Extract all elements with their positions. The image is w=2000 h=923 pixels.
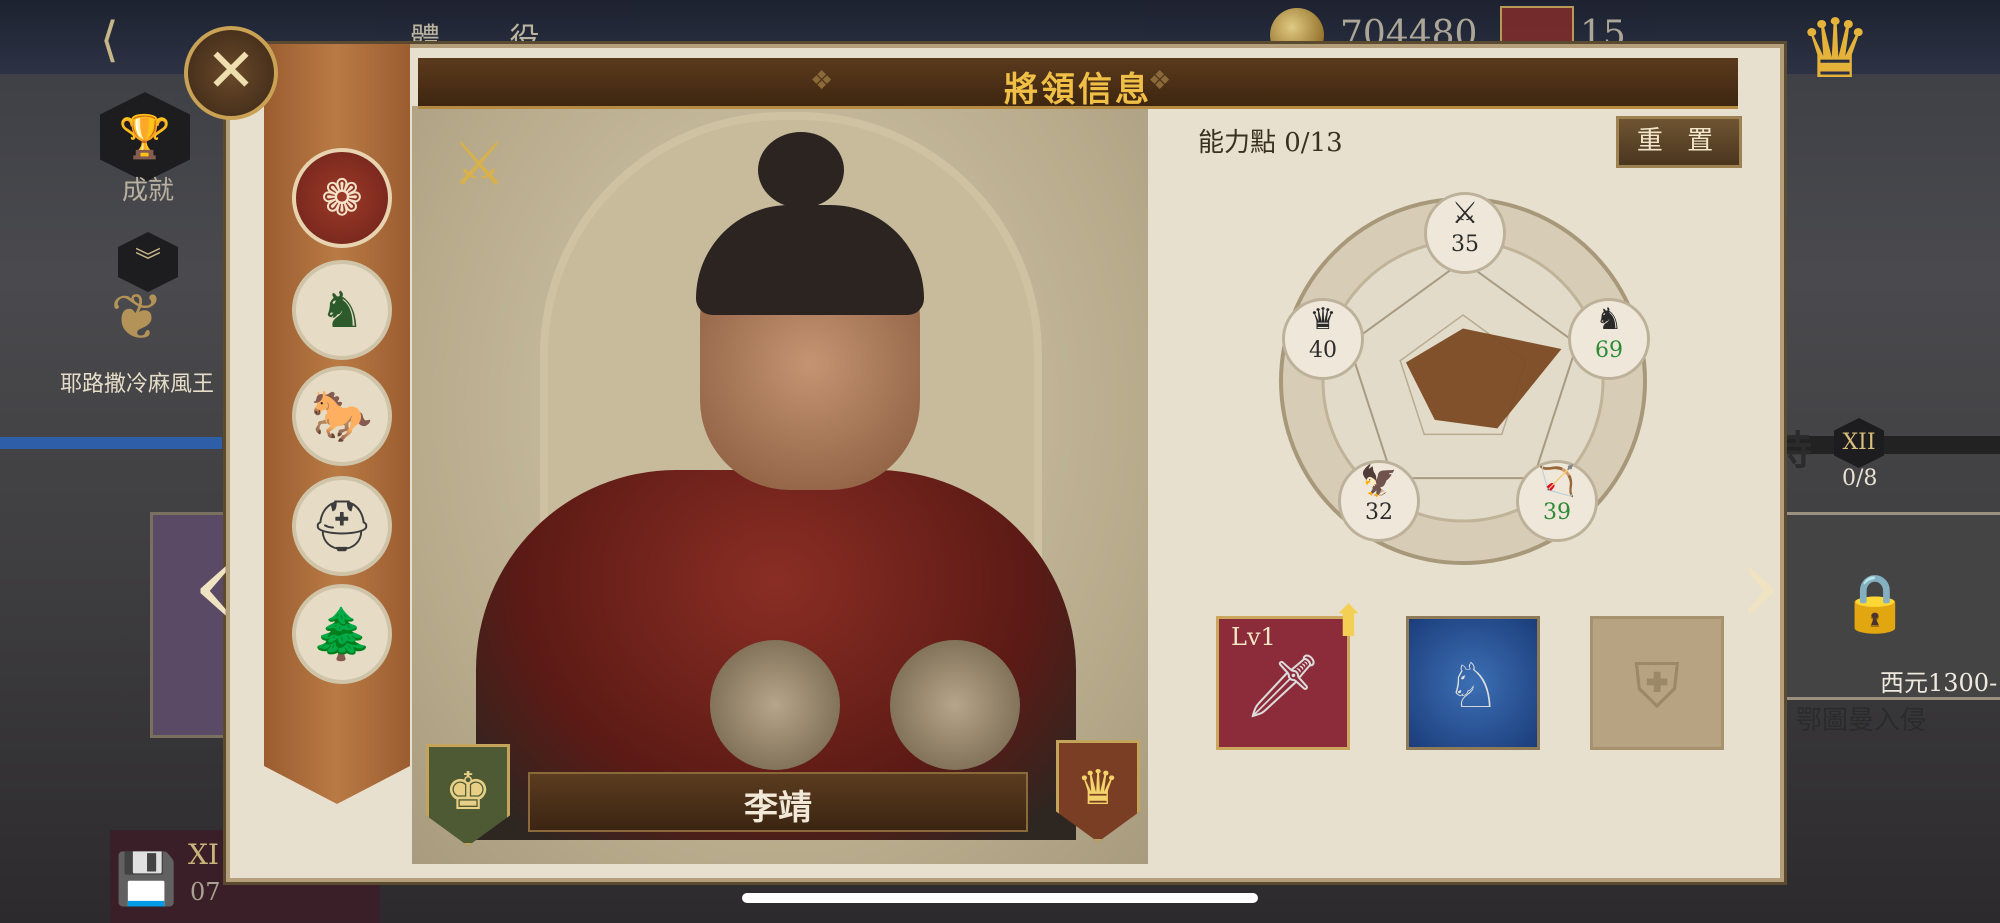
- empty-shield-slot-icon: ⛨: [1633, 649, 1681, 722]
- achievement-label: 成就: [122, 176, 175, 206]
- lock-icon: 🔒: [1840, 571, 1910, 636]
- modal-title-bar: ❖ 將領信息 ❖: [418, 58, 1738, 110]
- bottom-number: 07: [190, 878, 221, 906]
- trait-fire-emblem[interactable]: ❁: [292, 148, 392, 248]
- stat-infantry-value: 32: [1365, 500, 1393, 525]
- stat-command-value: 40: [1309, 338, 1337, 363]
- knight-horse-icon: ♞: [319, 281, 365, 339]
- royal-crown-icon[interactable]: ♛: [1780, 5, 1890, 95]
- bow-icon: 🏹: [1538, 464, 1576, 499]
- trait-knight[interactable]: ♞: [292, 260, 392, 360]
- trophy-icon[interactable]: 🏆: [100, 92, 190, 182]
- crown-icon: ♛: [1309, 302, 1337, 337]
- stat-cavalry-value: 69: [1595, 338, 1623, 363]
- upgrade-arrow-icon: ⬆: [1330, 596, 1367, 647]
- ability-points: 能力點 0/13: [1198, 128, 1343, 158]
- back-arrow-icon[interactable]: ⟨: [100, 12, 119, 68]
- stat-archery[interactable]: 🏹 39: [1516, 460, 1598, 542]
- sword-icon: 🗡: [1243, 649, 1323, 722]
- horse-slot[interactable]: ♘: [1406, 616, 1540, 750]
- eagle-icon: 🦅: [1360, 464, 1398, 499]
- laurel-emblem-icon[interactable]: ❦: [82, 278, 192, 358]
- knight-icon: ♞: [1595, 302, 1623, 337]
- forest-icon: 🌲: [310, 605, 374, 663]
- bottom-roman: XI: [188, 838, 219, 871]
- galloping-horse-icon: 🐎: [310, 387, 374, 445]
- progress-line: [0, 437, 222, 449]
- scenario-title: 鄂圖曼入侵: [1796, 706, 1927, 736]
- close-button[interactable]: ✕: [184, 26, 278, 120]
- helmet-icon: ⛑: [310, 497, 374, 555]
- stat-attack[interactable]: ⚔ 35: [1424, 192, 1506, 274]
- trait-horse[interactable]: 🐎: [292, 366, 392, 466]
- armored-horse-icon: ♘: [1445, 649, 1501, 722]
- king-name-label: 耶路撒冷麻風王: [60, 372, 215, 397]
- fire-emblem-icon: ❁: [321, 169, 363, 227]
- scenario-year: 西元1300-: [1880, 669, 1998, 697]
- empty-equipment-slot[interactable]: ⛨: [1590, 616, 1724, 750]
- left-hud: 🏆 成就 ︾: [100, 92, 200, 292]
- prev-general-arrow-icon[interactable]: ‹: [192, 530, 236, 640]
- stat-infantry[interactable]: 🦅 32: [1338, 460, 1420, 542]
- ability-radar: ⚔ 35 ♞ 69 🏹 39 🦅 32 ♛ 40: [1278, 192, 1650, 566]
- next-general-arrow-icon[interactable]: ›: [1738, 530, 1782, 640]
- crossed-swords-shield-icon[interactable]: ⚔: [442, 126, 516, 202]
- reset-button[interactable]: 重 置: [1616, 116, 1742, 168]
- armor-plate-left: [710, 640, 840, 770]
- title-ornament-right-icon: ❖: [1148, 66, 1172, 96]
- stat-command[interactable]: ♛ 40: [1282, 298, 1364, 380]
- close-icon: ✕: [205, 36, 257, 106]
- general-hair-bun: [758, 132, 844, 208]
- weapon-level: Lv1: [1231, 623, 1276, 651]
- stat-attack-value: 35: [1451, 232, 1479, 257]
- stat-archery-value: 39: [1543, 500, 1571, 525]
- general-name: 李靖: [744, 788, 812, 828]
- right-progress: 0/8: [1842, 466, 1878, 491]
- general-name-plate: 李靖: [528, 772, 1028, 832]
- armor-plate-right: [890, 640, 1020, 770]
- save-icon[interactable]: 💾: [115, 850, 177, 909]
- modal-title: 將領信息: [1004, 70, 1152, 110]
- crossed-swords-icon: ⚔: [1451, 196, 1479, 231]
- home-indicator[interactable]: [742, 893, 1258, 903]
- trait-helmet[interactable]: ⛑: [292, 476, 392, 576]
- trait-forest[interactable]: 🌲: [292, 584, 392, 684]
- stat-cavalry[interactable]: ♞ 69: [1568, 298, 1650, 380]
